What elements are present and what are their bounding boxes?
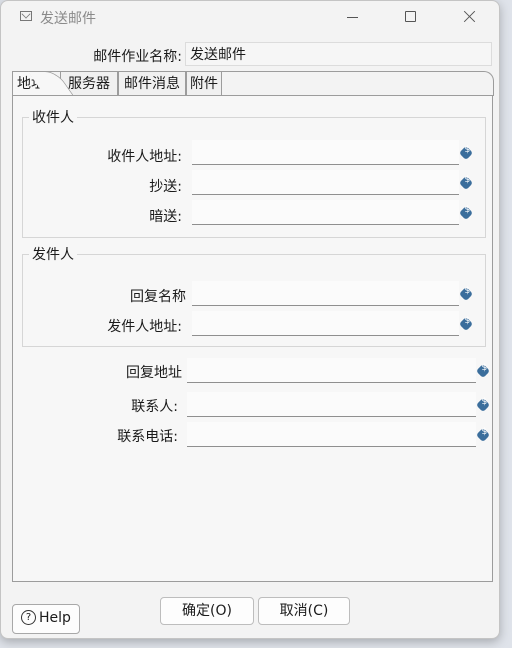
cc-input[interactable] [192, 170, 459, 195]
minimize-button[interactable] [329, 1, 375, 33]
help-button[interactable]: ? Help [12, 604, 80, 634]
send-mail-dialog: 发送邮件 邮件作业名称: 服务器 邮件消息 附件 地址 收件人 收件人地址: 抄… [0, 0, 500, 639]
maximize-button[interactable] [386, 1, 432, 33]
sender-address-label: 发件人地址: [107, 319, 182, 335]
contact-phone-input[interactable] [187, 422, 476, 447]
cancel-button[interactable]: 取消(C) [258, 597, 350, 625]
variable-dollar-icon[interactable] [475, 427, 491, 443]
contact-label: 联系人: [131, 399, 178, 415]
cc-label: 抄送: [149, 179, 182, 195]
variable-dollar-icon[interactable] [475, 363, 491, 379]
close-button[interactable] [446, 1, 492, 33]
ok-button[interactable]: 确定(O) [160, 597, 254, 625]
title-bar: 发送邮件 [1, 1, 499, 33]
sender-address-input[interactable] [192, 311, 459, 336]
variable-dollar-icon[interactable] [475, 397, 491, 413]
bcc-label: 暗送: [149, 209, 182, 225]
reply-name-input[interactable] [192, 281, 459, 306]
reply-address-input[interactable] [187, 358, 476, 383]
mail-icon [20, 11, 32, 21]
tab-mail-message[interactable]: 邮件消息 [118, 71, 186, 95]
job-name-input[interactable] [185, 42, 492, 66]
recipient-address-label: 收件人地址: [107, 149, 182, 165]
help-button-label: Help [39, 610, 71, 626]
help-icon: ? [21, 609, 36, 625]
address-tab-panel: 收件人 收件人地址: 抄送: 暗送: 发件人 回复名称 发件人地址: 回复地址 … [12, 95, 493, 582]
window-title: 发送邮件 [40, 11, 96, 27]
job-name-label: 邮件作业名称: [93, 49, 182, 65]
recipient-group-legend: 收件人 [32, 110, 74, 126]
bcc-input[interactable] [192, 200, 459, 225]
contact-input[interactable] [187, 392, 476, 417]
tab-attachments[interactable]: 附件 [186, 71, 222, 95]
tab-address[interactable]: 地址 [12, 71, 52, 97]
sender-group-legend: 发件人 [32, 247, 74, 263]
reply-name-label: 回复名称 [130, 289, 186, 305]
reply-address-label: 回复地址 [126, 365, 182, 381]
contact-phone-label: 联系电话: [117, 429, 178, 445]
recipient-address-input[interactable] [192, 140, 459, 165]
